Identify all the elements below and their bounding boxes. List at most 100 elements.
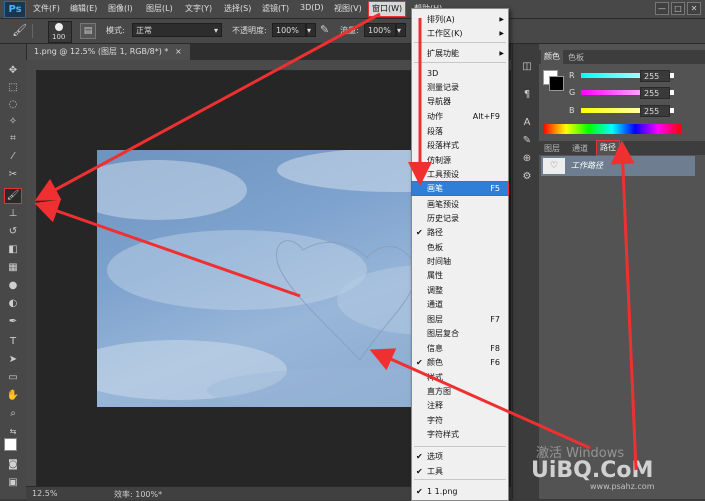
- menu-item[interactable]: ✔ 1 1.png: [412, 485, 508, 498]
- character-icon[interactable]: A: [519, 116, 535, 130]
- color-spectrum-bar[interactable]: [543, 124, 681, 134]
- menu-item[interactable]: 样式: [412, 371, 508, 384]
- menu-select[interactable]: 选择(S): [224, 3, 251, 14]
- blur-tool-icon[interactable]: ●: [5, 279, 21, 293]
- menu-item[interactable]: 图层复合: [412, 327, 508, 340]
- quick-mask-icon[interactable]: ◙: [5, 458, 21, 472]
- zoom-tool-icon[interactable]: ⌕: [5, 407, 21, 421]
- type-tool-icon[interactable]: T: [5, 335, 21, 349]
- menu-item[interactable]: 字符: [412, 414, 508, 427]
- menu-item[interactable]: ✔ 路径: [412, 226, 508, 239]
- menu-item[interactable]: 调整: [412, 284, 508, 297]
- menu-item[interactable]: 画笔 F5: [411, 181, 509, 196]
- channel-r-value[interactable]: 255: [640, 70, 670, 82]
- menu-item[interactable]: ✔ 工具: [412, 465, 508, 478]
- shape-tool-icon[interactable]: ▭: [5, 371, 21, 385]
- menu-type[interactable]: 文字(Y): [185, 3, 212, 14]
- brush-presets-icon[interactable]: ✎: [519, 134, 535, 148]
- flow-input[interactable]: 100%: [364, 23, 396, 37]
- dodge-tool-icon[interactable]: ◐: [5, 297, 21, 311]
- menu-file[interactable]: 文件(F): [33, 3, 60, 14]
- opacity-dropdown[interactable]: ▾: [306, 23, 316, 37]
- brush-tool-icon[interactable]: 🖌: [4, 188, 22, 204]
- tab-channels[interactable]: 通道: [569, 143, 591, 154]
- background-color-swatch[interactable]: [549, 76, 564, 91]
- pen-tool-icon[interactable]: ✒: [5, 315, 21, 329]
- close-icon[interactable]: ×: [175, 47, 182, 56]
- path-row[interactable]: ♡ 工作路径: [541, 156, 695, 176]
- menu-item[interactable]: 通道: [412, 298, 508, 311]
- brush-preset-picker[interactable]: 100: [48, 21, 72, 43]
- tool-presets-icon[interactable]: ⚙: [519, 170, 535, 184]
- zoom-level[interactable]: 12.5%: [32, 489, 57, 498]
- menu-item[interactable]: 排列(A) ▶: [412, 13, 508, 26]
- menu-item[interactable]: 3D: [412, 67, 508, 80]
- hand-tool-icon[interactable]: ✋: [5, 389, 21, 403]
- divider: [32, 24, 33, 38]
- menu-item[interactable]: 历史记录: [412, 212, 508, 225]
- menu-separator: [414, 446, 506, 447]
- clone-stamp-tool-icon[interactable]: ⊥: [5, 207, 21, 221]
- menu-edit[interactable]: 编辑(E): [70, 3, 97, 14]
- menu-item[interactable]: 段落样式: [412, 139, 508, 152]
- tab-layers[interactable]: 图层: [541, 143, 563, 154]
- move-tool-icon[interactable]: ✥: [5, 64, 21, 78]
- crop-tool-icon[interactable]: ⌗: [5, 132, 21, 146]
- menu-item[interactable]: 属性: [412, 269, 508, 282]
- menu-item[interactable]: 信息 F8: [412, 342, 508, 355]
- menu-item[interactable]: 色板: [412, 241, 508, 254]
- tab-swatches[interactable]: 色板: [565, 52, 587, 63]
- menu-3d[interactable]: 3D(D): [300, 3, 324, 12]
- eyedropper-tool-icon[interactable]: ⁄: [5, 150, 21, 164]
- menu-item[interactable]: 导航器: [412, 95, 508, 108]
- foreground-color-swatch[interactable]: [4, 438, 17, 451]
- path-select-tool-icon[interactable]: ➤: [5, 353, 21, 367]
- tab-paths[interactable]: 路径: [596, 140, 620, 156]
- tab-color[interactable]: 颜色: [541, 50, 563, 64]
- quick-select-tool-icon[interactable]: ✧: [5, 115, 21, 129]
- eraser-tool-icon[interactable]: ◧: [5, 243, 21, 257]
- menu-item-label: 字符样式: [427, 430, 459, 439]
- menu-item[interactable]: 字符样式: [412, 428, 508, 441]
- brush-panel-toggle-icon[interactable]: ▤: [80, 23, 96, 39]
- menu-layer[interactable]: 图层(L): [146, 3, 173, 14]
- channel-g-value[interactable]: 255: [640, 87, 670, 99]
- menu-item[interactable]: 画笔预设: [412, 198, 508, 211]
- screen-mode-icon[interactable]: ▣: [5, 476, 21, 490]
- default-colors-icon[interactable]: ⇆: [5, 425, 21, 439]
- close-button[interactable]: ✕: [687, 2, 701, 15]
- menu-item[interactable]: 仿制源: [412, 154, 508, 167]
- document-tab[interactable]: 1.png @ 12.5% (图层 1, RGB/8*) * ×: [26, 44, 190, 60]
- menu-item[interactable]: ✔ 选项: [412, 450, 508, 463]
- menu-image[interactable]: 图像(I): [108, 3, 133, 14]
- menu-item[interactable]: 扩展功能 ▶: [412, 47, 508, 60]
- history-icon[interactable]: ◫: [519, 60, 535, 74]
- menu-window[interactable]: 窗口(W): [368, 1, 407, 17]
- menu-item[interactable]: 动作 Alt+F9: [412, 110, 508, 123]
- menu-item[interactable]: 工具预设: [412, 168, 508, 181]
- menu-item[interactable]: 直方图: [412, 385, 508, 398]
- menu-item[interactable]: 工作区(K) ▶: [412, 27, 508, 40]
- gradient-tool-icon[interactable]: ▦: [5, 261, 21, 275]
- menu-filter[interactable]: 滤镜(T): [262, 3, 289, 14]
- lasso-tool-icon[interactable]: ◌: [5, 98, 21, 112]
- history-brush-tool-icon[interactable]: ↺: [5, 225, 21, 239]
- mode-select[interactable]: 正常 ▾: [132, 23, 222, 37]
- menu-item[interactable]: 时间轴: [412, 255, 508, 268]
- menu-view[interactable]: 视图(V): [334, 3, 362, 14]
- flow-dropdown[interactable]: ▾: [396, 23, 406, 37]
- menu-item[interactable]: 测量记录: [412, 81, 508, 94]
- healing-brush-tool-icon[interactable]: ✂: [5, 168, 21, 182]
- pressure-opacity-icon[interactable]: ✎: [320, 23, 329, 36]
- channel-b-value[interactable]: 255: [640, 105, 670, 117]
- paragraph-icon[interactable]: ¶: [519, 88, 535, 102]
- minimize-button[interactable]: —: [655, 2, 669, 15]
- menu-item[interactable]: 注释: [412, 399, 508, 412]
- menu-item[interactable]: 段落: [412, 125, 508, 138]
- clone-source-icon[interactable]: ⊕: [519, 152, 535, 166]
- menu-item[interactable]: ✔ 颜色 F6: [412, 356, 508, 369]
- restore-button[interactable]: □: [671, 2, 685, 15]
- marquee-tool-icon[interactable]: ⬚: [5, 81, 21, 95]
- opacity-input[interactable]: 100%: [272, 23, 306, 37]
- menu-item[interactable]: 图层 F7: [412, 313, 508, 326]
